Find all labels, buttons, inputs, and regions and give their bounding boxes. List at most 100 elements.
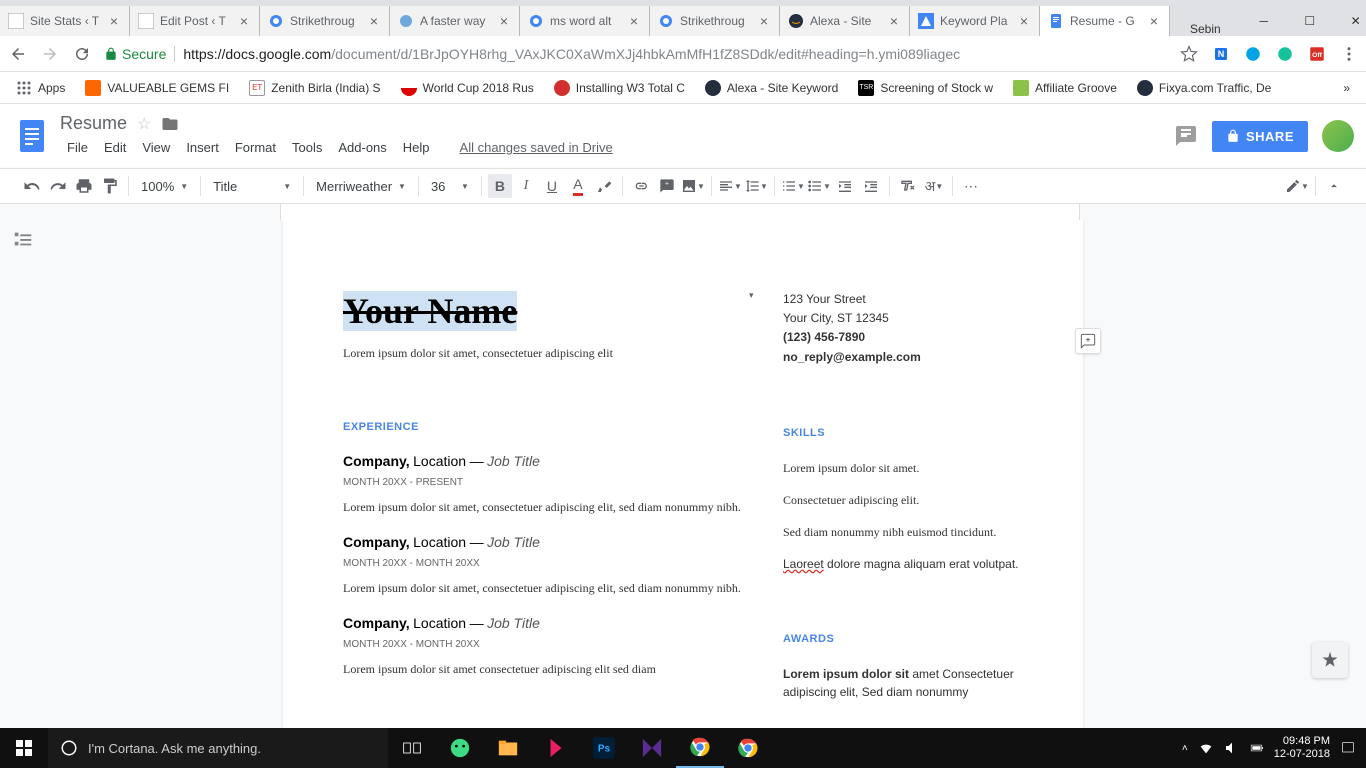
browser-tab[interactable]: Alexa - Site× [780, 6, 910, 36]
bookmark-item[interactable]: Affiliate Groove [1005, 76, 1125, 100]
extension-icon[interactable] [1244, 45, 1262, 63]
zoom-select[interactable]: 100%▼ [135, 179, 194, 194]
document-title[interactable]: Resume [60, 113, 127, 134]
fontsize-select[interactable]: 36▼ [425, 179, 475, 194]
job-entry[interactable]: Company, Location — Job Title MONTH 20XX… [343, 615, 743, 678]
close-icon[interactable]: × [497, 14, 511, 28]
chrome-icon[interactable] [724, 728, 772, 768]
bookmarks-overflow[interactable]: » [1335, 77, 1358, 99]
menu-help[interactable]: Help [396, 136, 437, 159]
app-icon[interactable] [532, 728, 580, 768]
volume-icon[interactable] [1224, 740, 1240, 756]
extension-icon[interactable]: N [1212, 45, 1230, 63]
save-status[interactable]: All changes saved in Drive [453, 136, 620, 159]
chrome-icon[interactable] [676, 728, 724, 768]
bookmark-item[interactable]: VALUEABLE GEMS FI [77, 76, 237, 100]
add-comment-button[interactable] [1075, 328, 1101, 354]
close-icon[interactable]: × [107, 14, 121, 28]
redo-button[interactable] [46, 174, 70, 198]
app-icon[interactable]: Ps [580, 728, 628, 768]
share-button[interactable]: SHARE [1212, 121, 1308, 152]
bookmark-item[interactable]: Installing W3 Total C [546, 76, 693, 100]
menu-file[interactable]: File [60, 136, 95, 159]
maximize-button[interactable]: ☐ [1287, 6, 1333, 36]
paint-format-button[interactable] [98, 174, 122, 198]
style-select[interactable]: Title▼ [207, 179, 297, 194]
underline-button[interactable]: U [540, 174, 564, 198]
browser-tab[interactable]: Keyword Pla× [910, 6, 1040, 36]
link-button[interactable] [629, 174, 653, 198]
browser-tab[interactable]: Strikethroug× [650, 6, 780, 36]
page[interactable]: ▾ Your Name Lorem ipsum dolor sit amet, … [283, 220, 1083, 728]
bookmark-item[interactable]: Fixya.com Traffic, De [1129, 76, 1279, 100]
bold-button[interactable]: B [488, 174, 512, 198]
avatar[interactable] [1322, 120, 1354, 152]
highlight-button[interactable] [592, 174, 616, 198]
undo-button[interactable] [20, 174, 44, 198]
section-heading[interactable]: SKILLS [783, 427, 1023, 439]
resume-subtitle[interactable]: Lorem ipsum dolor sit amet, consectetuer… [343, 346, 743, 361]
tray-chevron-icon[interactable]: ˄ [1182, 743, 1188, 754]
close-icon[interactable]: × [367, 14, 381, 28]
job-entry[interactable]: Company, Location — Job Title MONTH 20XX… [343, 453, 743, 516]
close-icon[interactable]: × [1147, 14, 1161, 28]
align-button[interactable]: ▼ [718, 174, 742, 198]
apps-button[interactable]: Apps [8, 76, 73, 100]
text-color-button[interactable]: A [566, 174, 590, 198]
indent-increase-button[interactable] [859, 174, 883, 198]
browser-tab[interactable]: Strikethroug× [260, 6, 390, 36]
explore-button[interactable] [1312, 642, 1348, 678]
folder-icon[interactable] [161, 115, 179, 133]
section-heading[interactable]: AWARDS [783, 633, 1023, 645]
browser-tab[interactable]: Edit Post ‹ T× [130, 6, 260, 36]
extension-icon[interactable] [1276, 45, 1294, 63]
print-button[interactable] [72, 174, 96, 198]
ruler[interactable] [0, 204, 1366, 220]
close-icon[interactable]: × [887, 14, 901, 28]
bullet-list-button[interactable]: ▼ [807, 174, 831, 198]
bookmark-item[interactable]: ETZenith Birla (India) S [241, 76, 388, 100]
contact-block[interactable]: 123 Your Street Your City, ST 12345 (123… [783, 290, 1023, 367]
close-icon[interactable]: × [627, 14, 641, 28]
browser-tab-active[interactable]: Resume - G× [1040, 6, 1170, 36]
numbered-list-button[interactable]: ▼ [781, 174, 805, 198]
section-heading[interactable]: EXPERIENCE [343, 421, 743, 433]
back-button[interactable] [8, 44, 28, 64]
cortana-search[interactable]: I'm Cortana. Ask me anything. [48, 728, 388, 768]
awards-block[interactable]: Lorem ipsum dolor sit amet Consectetuer … [783, 665, 1023, 701]
input-tools-button[interactable]: अ▼ [922, 174, 946, 198]
line-spacing-button[interactable]: ▼ [744, 174, 768, 198]
star-icon[interactable] [1180, 45, 1198, 63]
comment-button[interactable]: + [655, 174, 679, 198]
indent-decrease-button[interactable] [833, 174, 857, 198]
minimize-button[interactable]: ─ [1241, 6, 1287, 36]
job-entry[interactable]: Company, Location — Job Title MONTH 20XX… [343, 534, 743, 597]
extension-icon[interactable]: Off [1308, 45, 1326, 63]
more-button[interactable]: ⋯ [959, 174, 983, 198]
editing-mode-button[interactable]: ▼ [1285, 174, 1309, 198]
bookmark-item[interactable]: World Cup 2018 Rus [393, 76, 542, 100]
url-input[interactable]: Secure https://docs.google.com/document/… [104, 40, 1168, 68]
menu-edit[interactable]: Edit [97, 136, 133, 159]
star-icon[interactable]: ☆ [137, 114, 151, 134]
skills-block[interactable]: Lorem ipsum dolor sit amet. Consectetuer… [783, 459, 1023, 573]
wifi-icon[interactable] [1198, 740, 1214, 756]
menu-view[interactable]: View [135, 136, 177, 159]
close-button[interactable]: ✕ [1333, 6, 1366, 36]
clear-format-button[interactable] [896, 174, 920, 198]
menu-addons[interactable]: Add-ons [331, 136, 393, 159]
section-handle-icon[interactable]: ▾ [749, 290, 754, 301]
forward-button[interactable] [40, 44, 60, 64]
close-icon[interactable]: × [1017, 14, 1031, 28]
docs-logo-icon[interactable] [12, 116, 52, 156]
browser-tab[interactable]: Site Stats ‹ T× [0, 6, 130, 36]
start-button[interactable] [0, 728, 48, 768]
app-icon[interactable] [484, 728, 532, 768]
hide-menus-button[interactable] [1322, 174, 1346, 198]
taskview-icon[interactable] [388, 728, 436, 768]
image-button[interactable]: ▼ [681, 174, 705, 198]
menu-tools[interactable]: Tools [285, 136, 329, 159]
outline-toggle-icon[interactable] [12, 228, 34, 250]
close-icon[interactable]: × [757, 14, 771, 28]
resume-name[interactable]: Your Name [343, 291, 517, 331]
